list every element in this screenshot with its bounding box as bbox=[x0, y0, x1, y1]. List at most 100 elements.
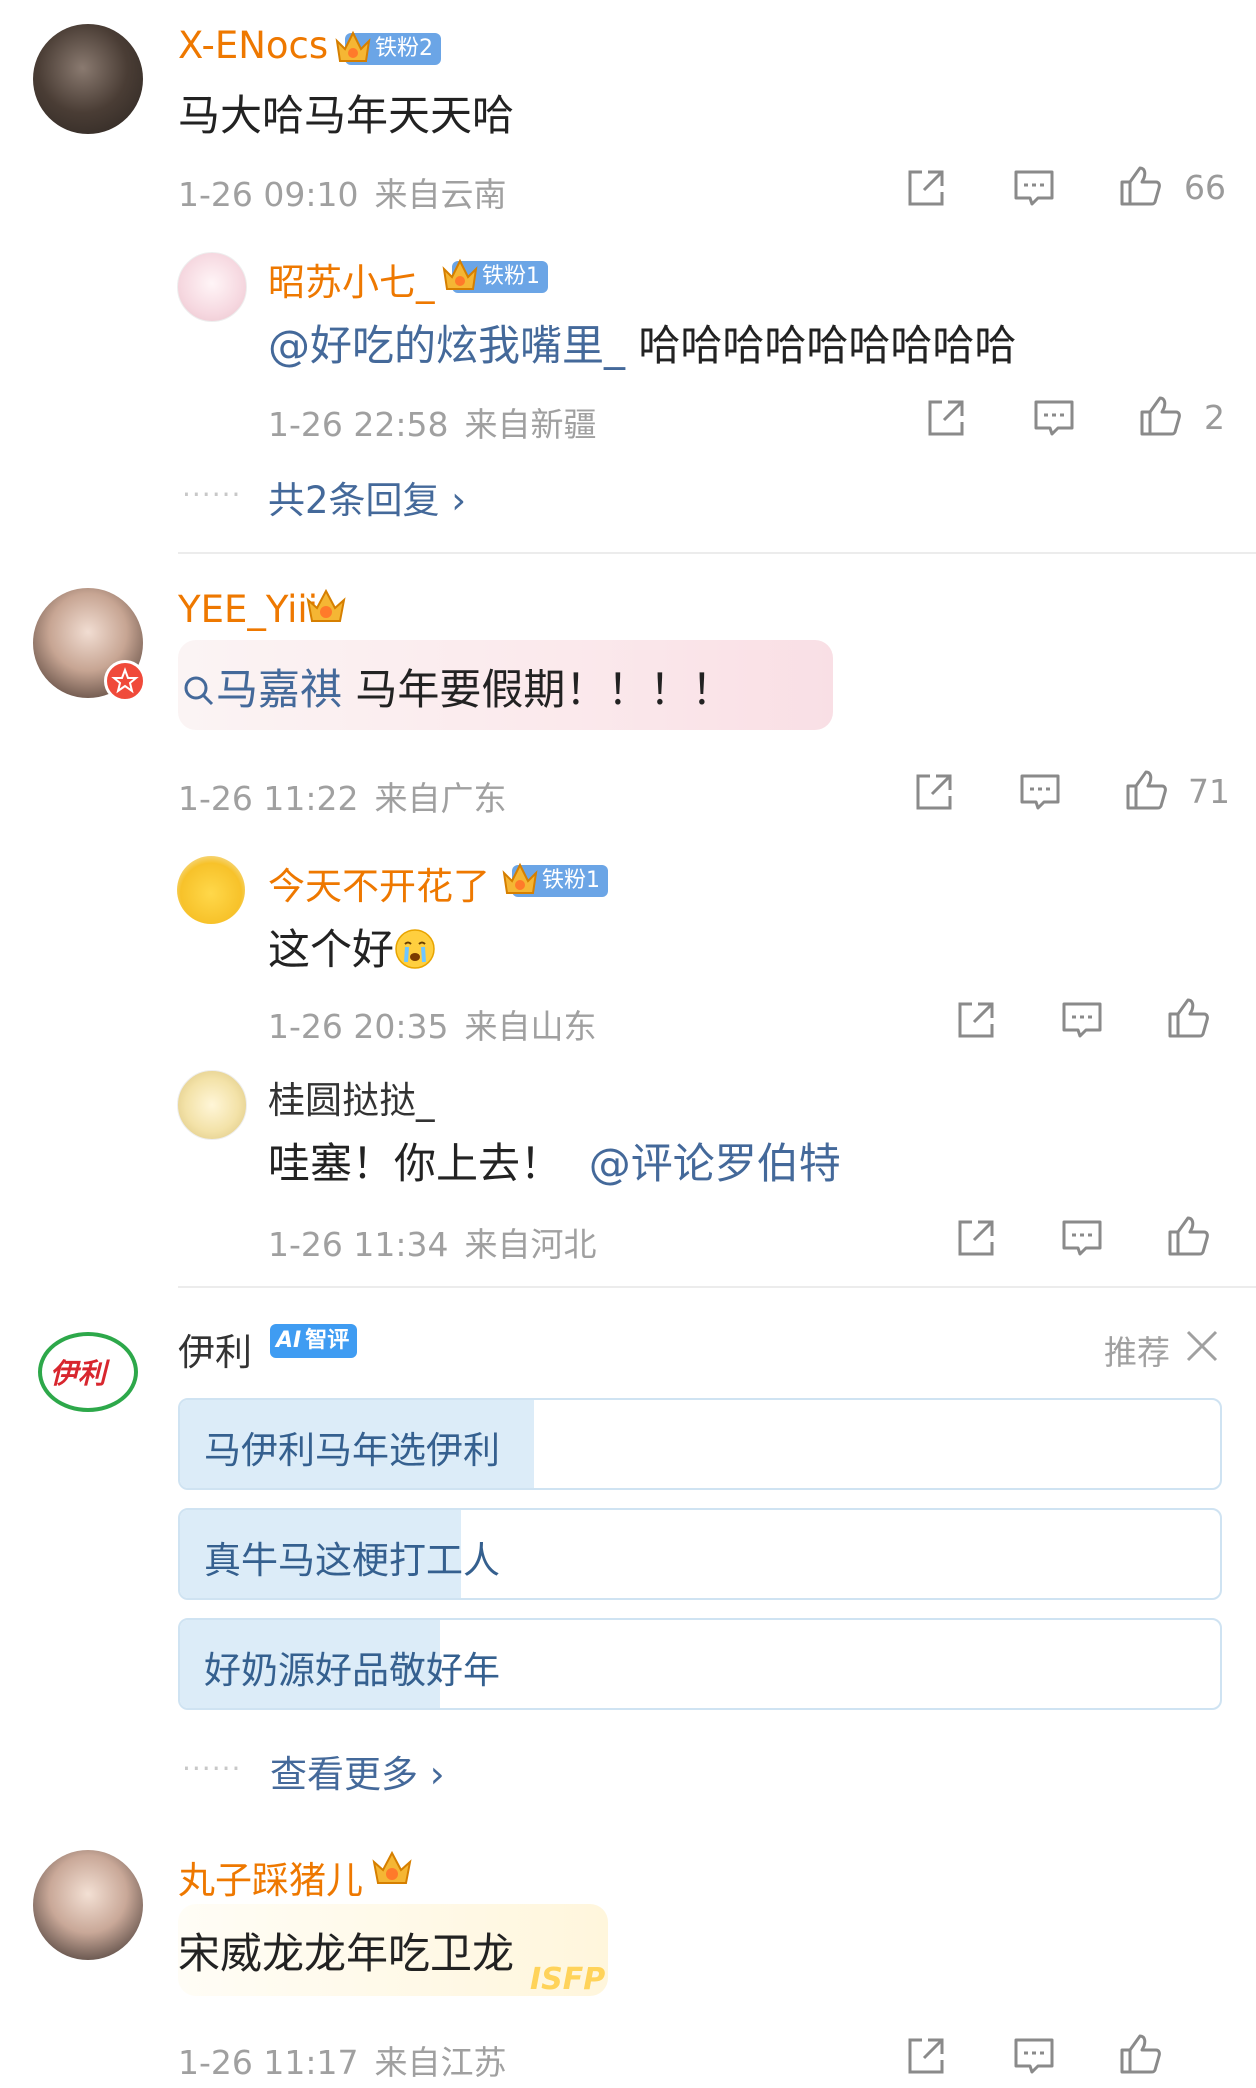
ai-tag-label: 智评 bbox=[305, 1328, 350, 1353]
user-avatar[interactable] bbox=[33, 1850, 143, 1960]
fan-badge: 铁粉1 bbox=[442, 258, 548, 293]
crown-icon bbox=[442, 258, 478, 290]
like-icon[interactable] bbox=[1166, 1214, 1210, 1258]
reply-body: 哇塞！你上去！ bbox=[268, 1139, 563, 1188]
view-more-link[interactable]: 查看更多 › bbox=[270, 1744, 445, 1798]
ai-option-2[interactable]: 真牛马这梗打工人 bbox=[178, 1508, 1222, 1600]
reply-avatar[interactable] bbox=[177, 856, 245, 924]
reply-meta: 1-26 11:34 来自河北 bbox=[268, 1218, 597, 1266]
search-topic-link[interactable]: 马嘉祺 bbox=[182, 665, 342, 714]
comment-icon[interactable] bbox=[1012, 166, 1056, 210]
reply-date: 1-26 22:58 bbox=[268, 405, 449, 444]
comment-date: 1-26 11:22 bbox=[178, 779, 359, 818]
crown-icon bbox=[502, 862, 538, 894]
comment-meta: 1-26 09:10 来自云南 bbox=[178, 168, 507, 216]
brand-logo[interactable]: 伊利 bbox=[38, 1332, 138, 1412]
comment-meta: 1-26 11:22 来自广东 bbox=[178, 772, 507, 820]
comment-date: 1-26 09:10 bbox=[178, 175, 359, 214]
more-dots: ······ bbox=[182, 478, 242, 511]
reply-username[interactable]: 今天不开花了 bbox=[268, 856, 490, 910]
like-icon[interactable] bbox=[1118, 2032, 1162, 2076]
reply-location: 来自新疆 bbox=[464, 405, 597, 444]
more-dots: ······ bbox=[182, 1752, 242, 1785]
comment-location: 来自云南 bbox=[374, 175, 507, 214]
reply-body: 这个好 bbox=[268, 925, 395, 974]
comment-icon[interactable] bbox=[1018, 770, 1062, 814]
reply-username[interactable]: 昭苏小七_ bbox=[268, 252, 435, 306]
comment-icon[interactable] bbox=[1060, 998, 1104, 1042]
comment-icon[interactable] bbox=[1012, 2034, 1056, 2078]
reply-date: 1-26 11:34 bbox=[268, 1225, 449, 1264]
username[interactable]: X-ENocs bbox=[178, 24, 328, 67]
mention-link[interactable]: @评论罗伯特 bbox=[589, 1139, 841, 1188]
comment-date: 1-26 11:17 bbox=[178, 2043, 359, 2082]
divider bbox=[178, 552, 1256, 554]
share-icon[interactable] bbox=[954, 1216, 998, 1260]
comment-body: 马年要假期！！！！ bbox=[355, 665, 734, 714]
reply-date: 1-26 20:35 bbox=[268, 1007, 449, 1046]
username[interactable]: 丸子踩猪儿 bbox=[178, 1850, 363, 1904]
like-count: 71 bbox=[1188, 772, 1230, 811]
share-icon[interactable] bbox=[954, 998, 998, 1042]
reply-text: 这个好 bbox=[268, 916, 436, 977]
comment-icon[interactable] bbox=[1032, 396, 1076, 440]
option-label: 马伊利马年选伊利 bbox=[204, 1429, 500, 1472]
search-icon bbox=[184, 676, 214, 706]
close-icon[interactable] bbox=[1184, 1328, 1220, 1364]
crown-icon bbox=[335, 30, 371, 62]
comment-icon[interactable] bbox=[1060, 1216, 1104, 1260]
recommend-label: 推荐 bbox=[1104, 1333, 1170, 1372]
reply-body: 哈哈哈哈哈哈哈哈哈 bbox=[638, 321, 1017, 370]
fan-badge: 铁粉2 bbox=[335, 30, 441, 65]
share-icon[interactable] bbox=[924, 396, 968, 440]
username[interactable]: YEE_Yiii bbox=[178, 588, 318, 631]
comment-meta: 1-26 11:17 来自江苏 bbox=[178, 2036, 507, 2084]
share-icon[interactable] bbox=[904, 2034, 948, 2078]
view-replies-link[interactable]: 共2条回复 › bbox=[268, 470, 466, 524]
crown-icon bbox=[306, 588, 346, 622]
share-icon[interactable] bbox=[912, 770, 956, 814]
comment-location: 来自广东 bbox=[374, 779, 507, 818]
fan-badge-label: 铁粉1 bbox=[482, 264, 540, 289]
comment-text: 马嘉祺 马年要假期！！！！ bbox=[182, 656, 733, 717]
brand-logo-text: 伊利 bbox=[50, 1357, 107, 1390]
view-replies-label: 共2条回复 bbox=[268, 479, 440, 522]
reply-avatar[interactable] bbox=[177, 1070, 247, 1140]
like-icon[interactable] bbox=[1118, 164, 1162, 208]
view-more-label: 查看更多 bbox=[270, 1753, 418, 1796]
like-count: 2 bbox=[1204, 398, 1225, 437]
mention-link[interactable]: @好吃的炫我嘴里_ bbox=[268, 321, 625, 370]
fan-badge: 铁粉1 bbox=[502, 862, 608, 897]
star-icon bbox=[111, 667, 139, 694]
fan-badge-label: 铁粉2 bbox=[375, 36, 433, 61]
ai-option-3[interactable]: 好奶源好品敬好年 bbox=[178, 1618, 1222, 1710]
comment-location: 来自江苏 bbox=[374, 2043, 507, 2082]
verified-badge bbox=[104, 660, 146, 702]
reply-avatar[interactable] bbox=[177, 252, 247, 322]
user-avatar[interactable] bbox=[33, 24, 143, 134]
divider bbox=[178, 1286, 1256, 1288]
reply-meta: 1-26 20:35 来自山东 bbox=[268, 1000, 597, 1048]
fan-badge-label: 铁粉1 bbox=[542, 868, 600, 893]
crown-icon bbox=[372, 1850, 412, 1884]
brand-name[interactable]: 伊利 bbox=[178, 1322, 252, 1376]
reply-text: 哇塞！你上去！ @评论罗伯特 bbox=[268, 1130, 841, 1191]
ai-tag-icon: AI bbox=[276, 1328, 302, 1353]
reply-location: 来自山东 bbox=[464, 1007, 597, 1046]
reply-username[interactable]: 桂圆挞挞_ bbox=[268, 1070, 435, 1124]
option-label: 真牛马这梗打工人 bbox=[204, 1539, 500, 1582]
like-count: 66 bbox=[1184, 168, 1226, 207]
reply-location: 来自河北 bbox=[464, 1225, 597, 1264]
reply-meta: 1-26 22:58 来自新疆 bbox=[268, 398, 597, 446]
search-topic-label: 马嘉祺 bbox=[216, 665, 343, 714]
like-icon[interactable] bbox=[1124, 768, 1168, 812]
comment-text: 马大哈马年天天哈 bbox=[178, 91, 515, 140]
like-icon[interactable] bbox=[1138, 394, 1182, 438]
like-icon[interactable] bbox=[1166, 996, 1210, 1040]
comment-text: 宋威龙龙年吃卫龙 bbox=[178, 1929, 515, 1978]
ai-option-1[interactable]: 马伊利马年选伊利 bbox=[178, 1398, 1222, 1490]
share-icon[interactable] bbox=[904, 166, 948, 210]
option-label: 好奶源好品敬好年 bbox=[204, 1649, 500, 1692]
crying-emoji-icon bbox=[395, 929, 435, 969]
ai-tag: AI 智评 bbox=[270, 1324, 358, 1358]
